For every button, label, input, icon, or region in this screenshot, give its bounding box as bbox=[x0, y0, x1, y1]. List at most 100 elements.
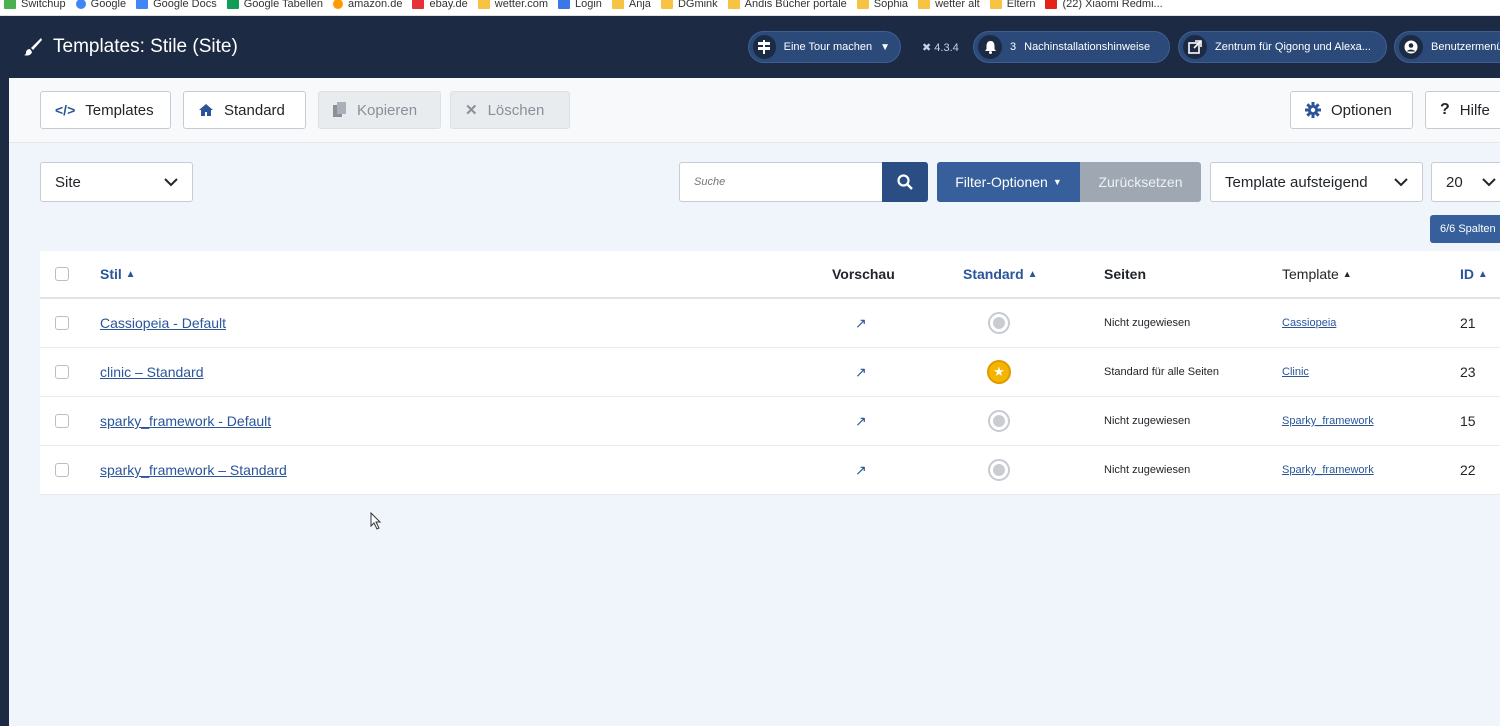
templates-button[interactable]: </> Templates bbox=[40, 91, 171, 129]
notifications-button[interactable]: 3 Nachinstallationshinweise bbox=[973, 31, 1170, 63]
default-star-icon[interactable]: ★ bbox=[987, 360, 1011, 384]
paint-brush-icon bbox=[24, 38, 42, 56]
table-header: Stil ▲︎ Vorschau Standard ▲ Seiten Templ… bbox=[40, 251, 1500, 299]
mouse-cursor-icon bbox=[370, 512, 382, 530]
copy-icon bbox=[333, 102, 346, 117]
template-link[interactable]: Sparky_framework bbox=[1282, 415, 1374, 427]
site-link-button[interactable]: Zentrum für Qigong und Alexa... bbox=[1178, 31, 1387, 63]
bookmark-item[interactable]: Google Docs bbox=[136, 0, 217, 10]
copy-button[interactable]: Kopieren bbox=[318, 91, 441, 129]
help-button[interactable]: ? Hilfe bbox=[1425, 91, 1500, 129]
preview-icon[interactable]: ↗ bbox=[855, 413, 867, 430]
chevron-down-icon bbox=[1482, 177, 1496, 186]
sort-template-header[interactable]: Template ▲ bbox=[1282, 251, 1352, 297]
page-title: Templates: Stile (Site) bbox=[23, 36, 238, 58]
folder-icon bbox=[727, 0, 740, 9]
home-icon bbox=[199, 104, 213, 116]
times-icon: ✕ bbox=[465, 102, 478, 119]
options-button[interactable]: Optionen bbox=[1290, 91, 1413, 129]
sort-icon: ▲︎ bbox=[125, 268, 136, 280]
client-select[interactable]: Site bbox=[40, 162, 193, 202]
bookmark-folder[interactable]: wetter alt bbox=[918, 0, 980, 10]
delete-button[interactable]: ✕ Löschen bbox=[450, 91, 570, 129]
table-row: sparky_framework – Standard ↗ Nicht zuge… bbox=[40, 446, 1500, 495]
sort-asc-icon: ▲ bbox=[1342, 269, 1352, 279]
bookmark-item[interactable]: ebay.de bbox=[412, 0, 468, 10]
template-link[interactable]: Sparky_framework bbox=[1282, 464, 1374, 476]
row-checkbox[interactable] bbox=[55, 365, 69, 379]
set-default-toggle[interactable] bbox=[988, 312, 1010, 334]
select-all-checkbox[interactable] bbox=[55, 267, 69, 281]
amazon-icon bbox=[333, 0, 344, 9]
columns-toggle-button[interactable]: 6/6 Spalten bbox=[1430, 215, 1500, 243]
preview-icon[interactable]: ↗ bbox=[855, 315, 867, 332]
preview-icon[interactable]: ↗ bbox=[855, 364, 867, 381]
weather-icon bbox=[477, 0, 490, 9]
preview-icon[interactable]: ↗ bbox=[855, 462, 867, 479]
limit-select[interactable]: 20 bbox=[1431, 162, 1500, 202]
style-link[interactable]: Cassiopeia - Default bbox=[100, 315, 226, 331]
user-menu-button[interactable]: Benutzermenü bbox=[1394, 31, 1500, 63]
search-button[interactable] bbox=[882, 162, 928, 202]
row-checkbox[interactable] bbox=[55, 414, 69, 428]
template-link[interactable]: Clinic bbox=[1282, 366, 1309, 378]
chevron-down-icon: ▼ bbox=[880, 41, 890, 53]
style-link[interactable]: sparky_framework - Default bbox=[100, 413, 271, 429]
joomla-icon: ✖ bbox=[922, 42, 932, 54]
login-icon bbox=[557, 0, 570, 9]
bookmark-item[interactable]: Login bbox=[557, 0, 602, 10]
set-default-toggle[interactable] bbox=[988, 410, 1010, 432]
filter-options-button[interactable]: Filter-Optionen ▼ bbox=[937, 162, 1080, 202]
version-label: ✖ 4.3.4 bbox=[922, 42, 959, 54]
bookmark-folder[interactable]: Eltern bbox=[989, 0, 1035, 10]
folder-icon bbox=[611, 0, 624, 9]
bell-icon bbox=[978, 35, 1002, 59]
tour-button[interactable]: Eine Tour machen ▼ bbox=[748, 31, 901, 63]
ebay-icon bbox=[412, 0, 425, 9]
admin-header: Templates: Stile (Site) Eine Tour machen… bbox=[9, 16, 1500, 78]
table-row: sparky_framework - Default ↗ Nicht zugew… bbox=[40, 397, 1500, 446]
bookmark-item[interactable]: wetter.com bbox=[477, 0, 548, 10]
folder-icon bbox=[989, 0, 1002, 9]
google-icon bbox=[75, 0, 86, 9]
bookmark-item[interactable]: amazon.de bbox=[333, 0, 402, 10]
template-link[interactable]: Cassiopeia bbox=[1282, 317, 1336, 329]
table-row: clinic – Standard ↗ ★ Standard für alle … bbox=[40, 348, 1500, 397]
styles-table: Stil ▲︎ Vorschau Standard ▲ Seiten Templ… bbox=[40, 251, 1500, 495]
docs-icon bbox=[136, 0, 149, 9]
gear-icon bbox=[1305, 102, 1321, 118]
table-row: Cassiopeia - Default ↗ Nicht zugewiesen … bbox=[40, 299, 1500, 348]
standard-button[interactable]: Standard bbox=[183, 91, 306, 129]
sort-id-header[interactable]: ID ▲ bbox=[1460, 251, 1488, 297]
browser-bookmarks-bar: Switchup Google Google Docs Google Tabel… bbox=[0, 0, 1500, 16]
bookmark-item[interactable]: (22) Xiaomi Redmi... bbox=[1045, 0, 1163, 10]
bookmark-item[interactable]: Google Tabellen bbox=[226, 0, 323, 10]
bookmark-item[interactable]: Switchup bbox=[4, 0, 66, 10]
folder-icon bbox=[856, 0, 869, 9]
bookmark-folder[interactable]: DGmink bbox=[660, 0, 718, 10]
bookmark-item[interactable]: Google bbox=[75, 0, 126, 10]
sort-standard-header[interactable]: Standard ▲ bbox=[963, 251, 1037, 297]
unpublished-icon bbox=[993, 317, 1005, 329]
youtube-icon bbox=[1045, 0, 1058, 9]
style-link[interactable]: clinic – Standard bbox=[100, 364, 204, 380]
sheets-icon bbox=[226, 0, 239, 9]
sort-icon: ▲ bbox=[1027, 268, 1038, 280]
bookmark-folder[interactable]: Andis Bücher portale bbox=[727, 0, 847, 10]
pages-header: Seiten bbox=[1104, 266, 1147, 282]
search-input[interactable] bbox=[679, 162, 883, 202]
sort-icon: ▲ bbox=[1477, 268, 1488, 280]
row-checkbox[interactable] bbox=[55, 316, 69, 330]
bookmark-folder[interactable]: Sophia bbox=[856, 0, 908, 10]
set-default-toggle[interactable] bbox=[988, 459, 1010, 481]
toolbar: </> Templates Standard Kopieren ✕ Lösche… bbox=[9, 78, 1500, 143]
style-link[interactable]: sparky_framework – Standard bbox=[100, 462, 287, 478]
row-checkbox[interactable] bbox=[55, 463, 69, 477]
sort-style-header[interactable]: Stil ▲︎ bbox=[100, 251, 136, 297]
filter-bar: Site Filter-Optionen ▼ Zurücksetzen Temp… bbox=[9, 162, 1500, 202]
bookmark-folder[interactable]: Anja bbox=[611, 0, 651, 10]
preview-header: Vorschau bbox=[832, 266, 895, 282]
sort-select[interactable]: Template aufsteigend bbox=[1210, 162, 1423, 202]
reset-button[interactable]: Zurücksetzen bbox=[1080, 162, 1201, 202]
unpublished-icon bbox=[993, 464, 1005, 476]
